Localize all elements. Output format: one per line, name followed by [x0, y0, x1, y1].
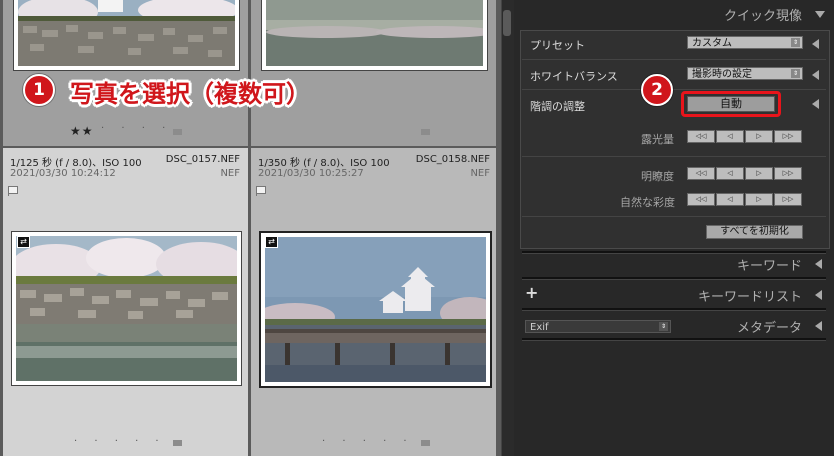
grid-cell-photo-0158[interactable]: 1/350 秒 (f / 8.0)、ISO 100 DSC_0158.NEF 2…	[251, 148, 496, 456]
grid-cell-top-left[interactable]: ★★ · · · ·	[3, 0, 248, 146]
preset-dropdown[interactable]: カスタム ⇕	[687, 36, 803, 49]
cherry-blossom-wall-photo	[16, 236, 237, 381]
section-divider	[522, 277, 826, 280]
sync-badge-icon: ⇄	[265, 236, 278, 248]
grid-cell-photo-0157[interactable]: 1/125 秒 (f / 8.0)、ISO 100 DSC_0157.NEF 2…	[3, 148, 248, 456]
decrease-small-button[interactable]: ◁	[716, 193, 744, 206]
keywords-title[interactable]: キーワード	[737, 255, 802, 274]
castle-bridge-photo	[265, 237, 486, 382]
exposure-stepper[interactable]: ◁◁ ◁ ▷ ▷▷	[687, 130, 803, 143]
vibrance-label: 自然な彩度	[620, 196, 675, 209]
clarity-label: 明瞭度	[641, 170, 674, 183]
rating-dots[interactable]: · · · · ·	[74, 436, 166, 447]
decrease-large-button[interactable]: ◁◁	[687, 130, 715, 143]
step-2-marker: 2	[641, 74, 673, 106]
decrease-small-button[interactable]: ◁	[716, 167, 744, 180]
step-1-instruction: 写真を選択（複数可）	[70, 80, 310, 108]
photo-thumbnail[interactable]	[261, 0, 488, 71]
increase-large-button[interactable]: ▷▷	[774, 193, 802, 206]
divider	[522, 216, 826, 217]
metadata-title[interactable]: メタデータ	[737, 317, 802, 336]
grid-scrollbar[interactable]	[501, 0, 515, 456]
increase-small-button[interactable]: ▷	[745, 167, 773, 180]
expand-triangle-icon[interactable]	[815, 290, 822, 300]
photo-thumbnail[interactable]	[13, 0, 240, 71]
divider	[522, 89, 826, 90]
grid-cell-top-right[interactable]	[251, 0, 496, 146]
exposure-label: 露光量	[641, 133, 674, 146]
disclosure-triangle-icon[interactable]	[812, 70, 819, 80]
reset-all-button[interactable]: すべてを初期化	[706, 225, 803, 239]
preset-label: プリセット	[530, 39, 585, 52]
dropdown-arrow-icon: ⇕	[659, 322, 668, 331]
exposure-info: 1/350 秒 (f / 8.0)、ISO 100	[258, 158, 390, 169]
white-balance-dropdown[interactable]: 撮影時の設定 ⇕	[687, 67, 803, 80]
dropdown-arrow-icon: ⇕	[791, 38, 800, 47]
expand-triangle-icon[interactable]	[815, 259, 822, 269]
photo-thumbnail[interactable]	[11, 231, 242, 386]
disclosure-triangle-icon[interactable]	[812, 39, 819, 49]
badge-indicator	[421, 440, 430, 446]
expand-triangle-icon[interactable]	[815, 321, 822, 331]
section-divider	[522, 251, 826, 254]
flag-icon[interactable]	[8, 186, 18, 196]
section-divider	[522, 338, 826, 341]
keyword-list-title[interactable]: キーワードリスト	[698, 286, 802, 305]
white-balance-value: 撮影時の設定	[692, 69, 752, 80]
increase-large-button[interactable]: ▷▷	[774, 167, 802, 180]
moat-reflection-photo	[266, 0, 483, 66]
rating-dots[interactable]: · · · · ·	[322, 436, 414, 447]
exposure-info: 1/125 秒 (f / 8.0)、ISO 100	[10, 158, 142, 169]
collapse-triangle-icon[interactable]	[815, 11, 825, 18]
metadata-preset-value: Exif	[530, 322, 549, 333]
badge-indicator	[173, 440, 182, 446]
increase-large-button[interactable]: ▷▷	[774, 130, 802, 143]
increase-small-button[interactable]: ▷	[745, 130, 773, 143]
rating-dots[interactable]: · · · ·	[101, 123, 172, 134]
clarity-stepper[interactable]: ◁◁ ◁ ▷ ▷▷	[687, 167, 803, 180]
castle-wall-photo	[18, 0, 235, 66]
disclosure-triangle-icon[interactable]	[812, 99, 819, 109]
rating-stars[interactable]: ★★	[70, 124, 94, 138]
quick-develop-title[interactable]: クイック現像	[724, 5, 802, 24]
section-divider	[522, 308, 826, 311]
decrease-large-button[interactable]: ◁◁	[687, 167, 715, 180]
divider	[522, 156, 826, 157]
photo-thumbnail[interactable]	[259, 231, 492, 388]
divider	[522, 59, 826, 60]
decrease-large-button[interactable]: ◁◁	[687, 193, 715, 206]
capture-datetime: 2021/03/30 10:24:12	[10, 168, 116, 179]
step-1-marker: 1	[23, 74, 55, 106]
file-type: NEF	[470, 168, 490, 179]
flag-icon[interactable]	[256, 186, 266, 196]
capture-datetime: 2021/03/30 10:25:27	[258, 168, 364, 179]
file-name: DSC_0158.NEF	[415, 154, 490, 165]
add-keyword-icon[interactable]: +	[525, 283, 538, 302]
tone-control-label: 階調の調整	[530, 100, 585, 113]
highlight-box	[681, 91, 781, 117]
vibrance-stepper[interactable]: ◁◁ ◁ ▷ ▷▷	[687, 193, 803, 206]
decrease-small-button[interactable]: ◁	[716, 130, 744, 143]
increase-small-button[interactable]: ▷	[745, 193, 773, 206]
badge-indicator	[173, 129, 182, 135]
scrollbar-thumb[interactable]	[503, 10, 511, 36]
file-name: DSC_0157.NEF	[165, 154, 240, 165]
preset-value: カスタム	[692, 38, 732, 49]
file-type: NEF	[220, 168, 240, 179]
metadata-preset-dropdown[interactable]: Exif ⇕	[525, 320, 671, 333]
white-balance-label: ホワイトバランス	[530, 70, 618, 83]
badge-indicator	[421, 129, 430, 135]
dropdown-arrow-icon: ⇕	[791, 69, 800, 78]
sync-badge-icon: ⇄	[17, 236, 30, 248]
